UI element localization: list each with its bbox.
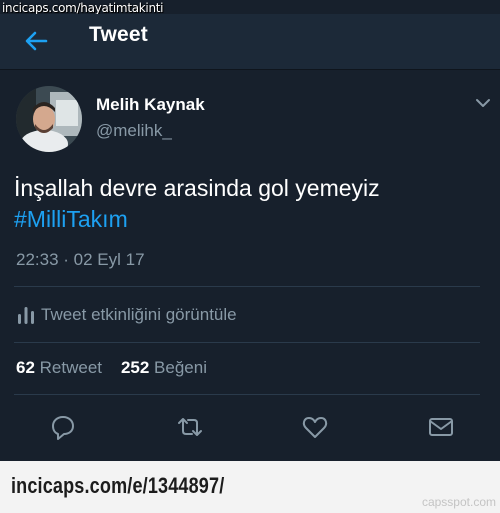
avatar[interactable]: [16, 86, 82, 152]
divider: [14, 286, 480, 287]
like-icon[interactable]: [300, 412, 330, 442]
top-bar: Tweet: [0, 14, 500, 70]
like-count: 252: [120, 358, 150, 377]
tweet-timestamp: 22:33 · 02 Eyl 17: [16, 250, 145, 269]
author-name[interactable]: Melih Kaynak: [96, 95, 205, 115]
footer-url: incicaps.com/e/1344897/: [11, 473, 225, 498]
retweet-count: 62: [16, 358, 35, 377]
chevron-down-icon[interactable]: [474, 94, 492, 112]
page-title: Tweet: [89, 23, 148, 46]
tweet-text: İnşallah devre arasinda gol yemeyiz #Mil…: [14, 173, 380, 235]
tweet-screen: incicaps.com/hayatimtakinti Tweet Melih …: [0, 0, 500, 461]
tweet-stats: 62 Retweet 252 Beğeni: [16, 358, 207, 378]
footer-bar: incicaps.com/e/1344897/ capsspot.com: [0, 461, 500, 513]
analytics-icon: [18, 307, 34, 324]
direct-message-icon[interactable]: [426, 412, 456, 442]
retweet-stat[interactable]: 62 Retweet: [16, 358, 102, 377]
divider: [14, 342, 480, 343]
tweet-actions: [0, 410, 500, 444]
arrow-left-icon[interactable]: [20, 24, 54, 58]
footer-credit: capsspot.com: [421, 495, 496, 509]
author-handle[interactable]: @melihk_: [96, 121, 172, 141]
hashtag-link[interactable]: #MilliTakım: [14, 204, 380, 235]
reply-icon[interactable]: [48, 412, 78, 442]
retweet-icon[interactable]: [175, 412, 205, 442]
like-stat[interactable]: 252 Beğeni: [121, 358, 207, 377]
watermark-top: incicaps.com/hayatimtakinti: [2, 1, 164, 15]
divider: [14, 394, 480, 395]
tweet-text-line: İnşallah devre arasinda gol yemeyiz: [14, 175, 380, 201]
tweet-activity-link[interactable]: Tweet etkinliğini görüntüle: [16, 301, 237, 329]
tweet-activity-label: Tweet etkinliğini görüntüle: [41, 305, 237, 324]
retweet-label: Retweet: [39, 358, 103, 377]
like-label: Beğeni: [154, 358, 207, 377]
